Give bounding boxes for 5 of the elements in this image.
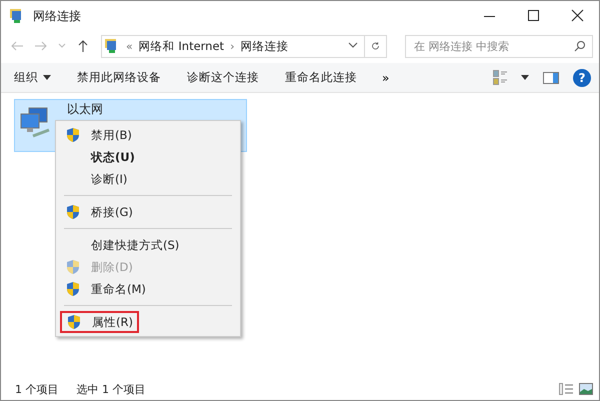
selection-count: 选中 1 个项目 <box>76 382 146 396</box>
window-title: 网络连接 <box>33 8 81 24</box>
connection-name: 以太网 <box>67 101 103 117</box>
item-count: 1 个项目 <box>15 382 58 396</box>
breadcrumb-separator: › <box>230 40 234 52</box>
